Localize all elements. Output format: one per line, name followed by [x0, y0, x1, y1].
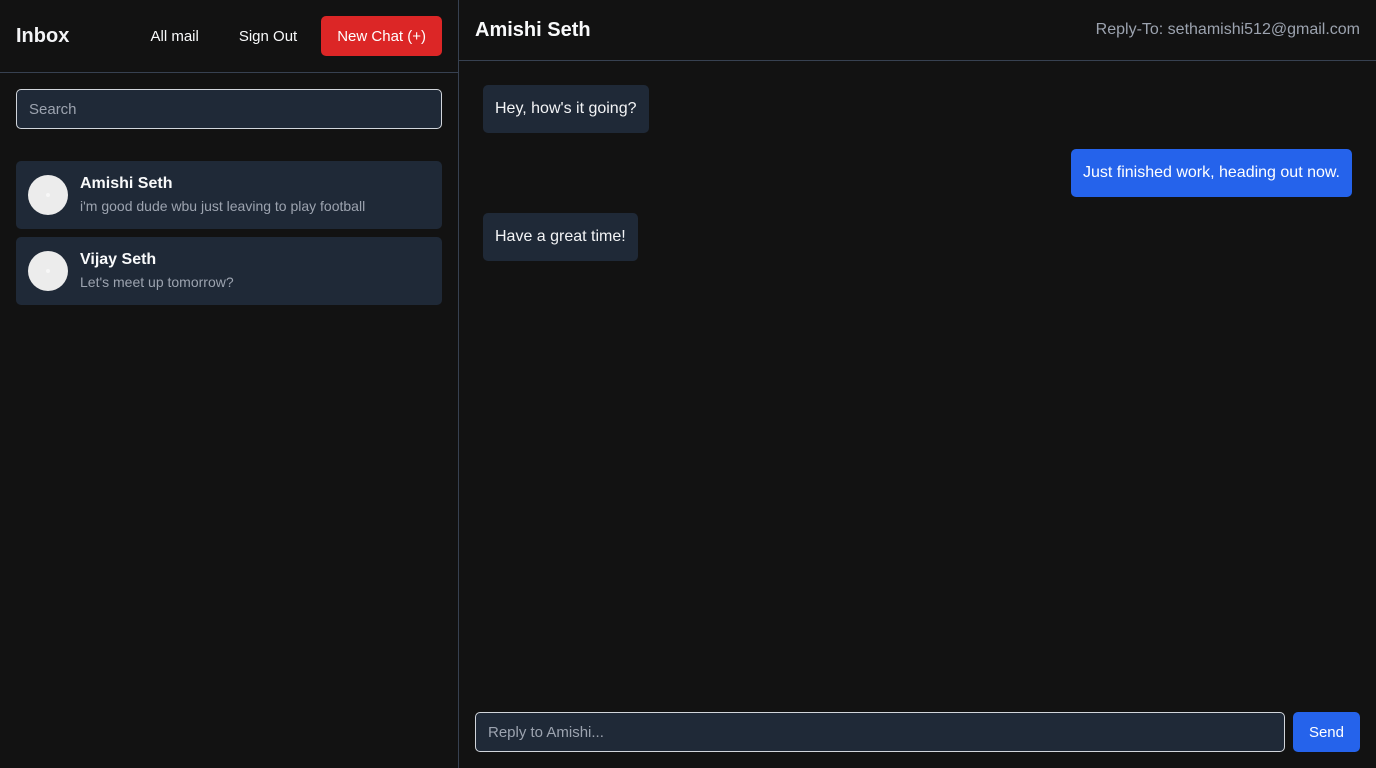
send-button[interactable]: Send [1292, 712, 1360, 752]
conversation-preview: i'm good dude wbu just leaving to play f… [80, 198, 366, 214]
sidebar: Inbox All mail Sign Out New Chat (+) Ami… [0, 0, 459, 768]
avatar-placeholder-icon [46, 193, 50, 197]
conversation-text: Amishi Seth i'm good dude wbu just leavi… [80, 174, 365, 216]
sidebar-title: Inbox [16, 24, 70, 47]
avatar [28, 251, 68, 291]
avatar-placeholder-icon [46, 269, 50, 273]
conversation-item[interactable]: Vijay Seth Let's meet up tomorrow? [16, 237, 442, 305]
avatar [28, 175, 68, 215]
search-container [0, 73, 458, 129]
message-bubble-incoming: Hey, how's it going? [483, 85, 649, 133]
message-list: Hey, how's it going? Just finished work,… [459, 61, 1376, 696]
app-root: Inbox All mail Sign Out New Chat (+) Ami… [0, 0, 1376, 768]
new-chat-button[interactable]: New Chat (+) [321, 16, 442, 56]
conversation-preview: Let's meet up tomorrow? [80, 274, 234, 290]
search-input[interactable] [16, 89, 442, 129]
reply-to-address: Reply-To: sethamishi512@gmail.com [1095, 21, 1360, 38]
sidebar-header: Inbox All mail Sign Out New Chat (+) [0, 0, 458, 73]
chat-title: Amishi Seth [475, 18, 591, 41]
message-bubble-outgoing: Just finished work, heading out now. [1070, 149, 1352, 197]
message-bubble-incoming: Have a great time! [483, 213, 638, 261]
chat-pane: Amishi Seth Reply-To: sethamishi512@gmai… [459, 0, 1376, 768]
conversation-text: Vijay Seth Let's meet up tomorrow? [80, 250, 234, 292]
reply-input[interactable] [475, 712, 1285, 752]
all-mail-link[interactable]: All mail [131, 28, 219, 45]
conversation-item[interactable]: Amishi Seth i'm good dude wbu just leavi… [16, 161, 442, 229]
conversation-name: Amishi Seth [80, 175, 173, 192]
chat-header: Amishi Seth Reply-To: sethamishi512@gmai… [459, 0, 1376, 61]
sign-out-link[interactable]: Sign Out [219, 28, 317, 45]
conversation-name: Vijay Seth [80, 251, 157, 268]
composer: Send [459, 696, 1376, 768]
conversation-list: Amishi Seth i'm good dude wbu just leavi… [0, 129, 458, 313]
